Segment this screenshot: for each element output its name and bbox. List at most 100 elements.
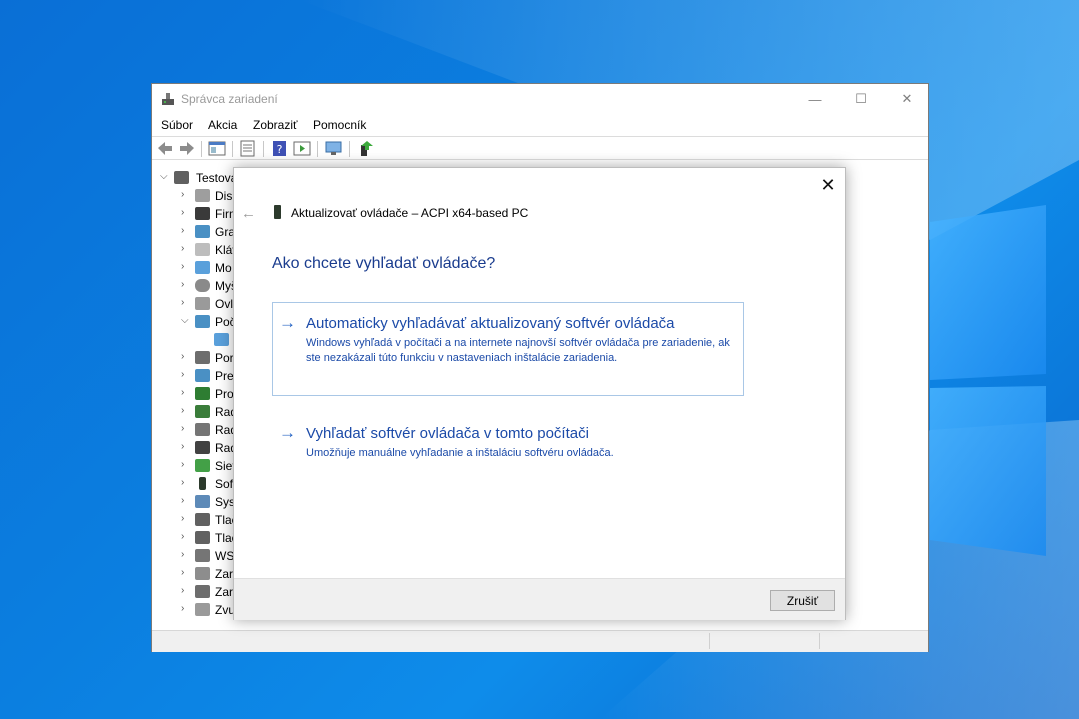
dialog-footer: Zrušiť: [234, 578, 845, 620]
tree-item[interactable]: › Zvu: [152, 601, 242, 619]
network-adapter-icon: [195, 459, 210, 472]
maximize-button[interactable]: ☐: [838, 84, 884, 114]
tree-item[interactable]: › Rad: [152, 421, 242, 439]
chevron-right-icon[interactable]: ›: [181, 549, 184, 560]
menu-file[interactable]: Súbor: [161, 118, 193, 132]
chevron-right-icon[interactable]: ›: [181, 279, 184, 290]
tree-item[interactable]: › Tlač: [152, 511, 242, 529]
show-hide-console-icon[interactable]: [208, 140, 226, 157]
tree-item[interactable]: › Ovl: [152, 295, 242, 313]
chevron-right-icon[interactable]: ›: [181, 603, 184, 614]
wsd-printer-icon: [195, 549, 210, 562]
tree-item[interactable]: › Tlač: [152, 529, 242, 547]
chevron-right-icon[interactable]: ›: [181, 225, 184, 236]
chevron-right-icon[interactable]: ›: [181, 189, 184, 200]
usb-controller-icon: [195, 441, 210, 454]
chevron-right-icon[interactable]: ›: [181, 441, 184, 452]
monitor-icon: [195, 261, 210, 274]
controller-icon: [195, 405, 210, 418]
back-arrow-icon[interactable]: ←: [241, 205, 256, 222]
chevron-right-icon[interactable]: ›: [181, 423, 184, 434]
tree-subitem[interactable]: [152, 331, 242, 349]
option-manual-description: Umožňuje manuálne vyhľadanie a inštaláci…: [306, 447, 614, 459]
tree-item[interactable]: › Syst: [152, 493, 242, 511]
dialog-title: Aktualizovať ovládače – ACPI x64-based P…: [291, 206, 529, 220]
properties-icon[interactable]: [239, 140, 257, 157]
option-manual-heading: Vyhľadať softvér ovládača v tomto počíta…: [306, 425, 589, 442]
tree-item[interactable]: › Disk: [152, 187, 242, 205]
menu-bar: Súbor Akcia Zobraziť Pomocník: [152, 115, 928, 135]
tree-item[interactable]: › Soft: [152, 475, 242, 493]
tree-item[interactable]: › Mo: [152, 259, 242, 277]
update-drivers-dialog: ✕ ← Aktualizovať ovládače – ACPI x64-bas…: [233, 167, 846, 620]
tree-item-computer[interactable]: ⌵ Poč: [152, 313, 242, 331]
keyboard-icon: [195, 243, 210, 256]
chevron-right-icon[interactable]: ›: [181, 297, 184, 308]
tree-item[interactable]: › Rad: [152, 403, 242, 421]
cancel-button[interactable]: Zrušiť: [770, 590, 835, 611]
chevron-right-icon[interactable]: ›: [181, 567, 184, 578]
title-bar: Správca zariadení — ☐ ✕: [152, 84, 928, 114]
chevron-right-icon[interactable]: ›: [181, 585, 184, 596]
menu-view[interactable]: Zobraziť: [253, 118, 298, 132]
menu-action[interactable]: Akcia: [208, 118, 237, 132]
display-adapter-icon: [195, 225, 210, 238]
tree-item[interactable]: › Pre: [152, 367, 242, 385]
tree-root[interactable]: ⌵ Testova: [152, 169, 242, 187]
chevron-right-icon[interactable]: ›: [181, 261, 184, 272]
chevron-down-icon[interactable]: ⌵: [181, 315, 189, 326]
chevron-right-icon[interactable]: ›: [181, 405, 184, 416]
forward-arrow-icon[interactable]: [178, 140, 196, 157]
chevron-right-icon[interactable]: ›: [181, 243, 184, 254]
chevron-right-icon[interactable]: ›: [181, 207, 184, 218]
tree-item[interactable]: › Gra: [152, 223, 242, 241]
option-auto-heading: Automaticky vyhľadávať aktualizovaný sof…: [306, 315, 675, 332]
minimize-button[interactable]: —: [792, 84, 838, 114]
chevron-right-icon[interactable]: ›: [181, 459, 184, 470]
chevron-right-icon[interactable]: ›: [181, 477, 184, 488]
update-driver-icon[interactable]: [357, 140, 375, 157]
chevron-right-icon[interactable]: ›: [181, 531, 184, 542]
tree-item[interactable]: › Zar: [152, 565, 242, 583]
chevron-right-icon[interactable]: ›: [181, 495, 184, 506]
chevron-right-icon[interactable]: ›: [181, 387, 184, 398]
tree-item[interactable]: › Firm: [152, 205, 242, 223]
tree-item[interactable]: › Por: [152, 349, 242, 367]
device-icon: [195, 369, 210, 382]
software-device-icon: [199, 477, 206, 490]
device-icon: [195, 585, 210, 598]
firmware-icon: [195, 207, 210, 220]
printer-icon: [195, 513, 210, 526]
dialog-close-button[interactable]: ✕: [816, 173, 840, 197]
storage-controller-icon: [195, 423, 210, 436]
port-icon: [195, 351, 210, 364]
option-manual-search[interactable]: → Vyhľadať softvér ovládača v tomto počí…: [272, 412, 744, 472]
toolbar: ?: [152, 136, 928, 160]
help-icon[interactable]: ?: [271, 140, 289, 157]
tree-item[interactable]: › Zar: [152, 583, 242, 601]
system-device-icon: [195, 495, 210, 508]
sound-controller-icon: [195, 297, 210, 310]
device-icon: [195, 567, 210, 580]
close-button[interactable]: ✕: [884, 84, 930, 114]
option-auto-search[interactable]: → Automaticky vyhľadávať aktualizovaný s…: [272, 302, 744, 396]
tree-item[interactable]: › Siet: [152, 457, 242, 475]
device-manager-icon: [162, 93, 174, 105]
tree-item[interactable]: › Pro: [152, 385, 242, 403]
tree-item[interactable]: › Kláv: [152, 241, 242, 259]
scan-hardware-icon[interactable]: [325, 140, 343, 157]
tree-item[interactable]: › WS: [152, 547, 242, 565]
chevron-right-icon[interactable]: ›: [181, 351, 184, 362]
chevron-right-icon[interactable]: ›: [181, 369, 184, 380]
tree-item[interactable]: › Myš: [152, 277, 242, 295]
tree-item[interactable]: › Rad: [152, 439, 242, 457]
back-arrow-icon[interactable]: [156, 140, 174, 157]
menu-help[interactable]: Pomocník: [313, 118, 366, 132]
chevron-right-icon[interactable]: ›: [181, 513, 184, 524]
speaker-icon: [195, 603, 210, 616]
dialog-question: Ako chcete vyhľadať ovládače?: [272, 255, 496, 272]
chevron-down-icon[interactable]: ⌵: [160, 171, 168, 182]
computer-icon: [174, 171, 189, 184]
device-icon: [274, 205, 281, 219]
action-pane-icon[interactable]: [293, 140, 311, 157]
